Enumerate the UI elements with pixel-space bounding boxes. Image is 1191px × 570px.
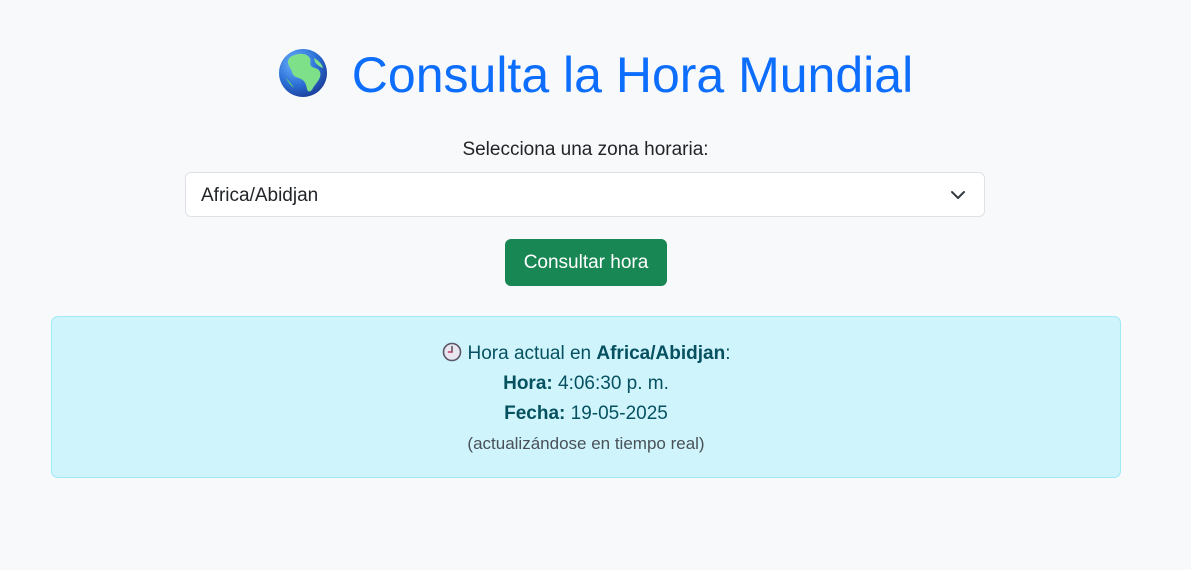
time-label: Hora: — [503, 373, 553, 394]
timezone-select[interactable]: Africa/Abidjan — [185, 172, 985, 217]
date-label: Fecha: — [504, 403, 566, 424]
current-time-heading: Hora actual en Africa/Abidjan: — [52, 341, 1120, 367]
clock-icon — [442, 342, 461, 362]
time-result-alert: Hora actual en Africa/Abidjan: Hora: 4:0… — [51, 316, 1121, 478]
page-title: Consulta la Hora Mundial — [0, 44, 1191, 106]
date-value: 19-05-2025 — [570, 403, 668, 424]
page-title-text: Consulta la Hora Mundial — [351, 47, 914, 103]
realtime-note: (actualizándose en tiempo real) — [467, 434, 705, 453]
date-row: Fecha: 19-05-2025 — [52, 401, 1120, 427]
timezone-label: Selecciona una zona horaria: — [462, 139, 709, 160]
chevron-down-icon — [951, 191, 965, 199]
current-time-suffix: : — [725, 343, 731, 364]
current-time-prefix: Hora actual en — [467, 343, 597, 364]
globe-icon — [278, 48, 328, 98]
time-value: 4:06:30 p. m. — [558, 373, 669, 394]
consult-time-button[interactable]: Consultar hora — [505, 239, 667, 286]
time-row: Hora: 4:06:30 p. m. — [52, 371, 1120, 397]
timezone-select-value: Africa/Abidjan — [201, 185, 319, 206]
current-time-zone: Africa/Abidjan — [596, 343, 726, 364]
